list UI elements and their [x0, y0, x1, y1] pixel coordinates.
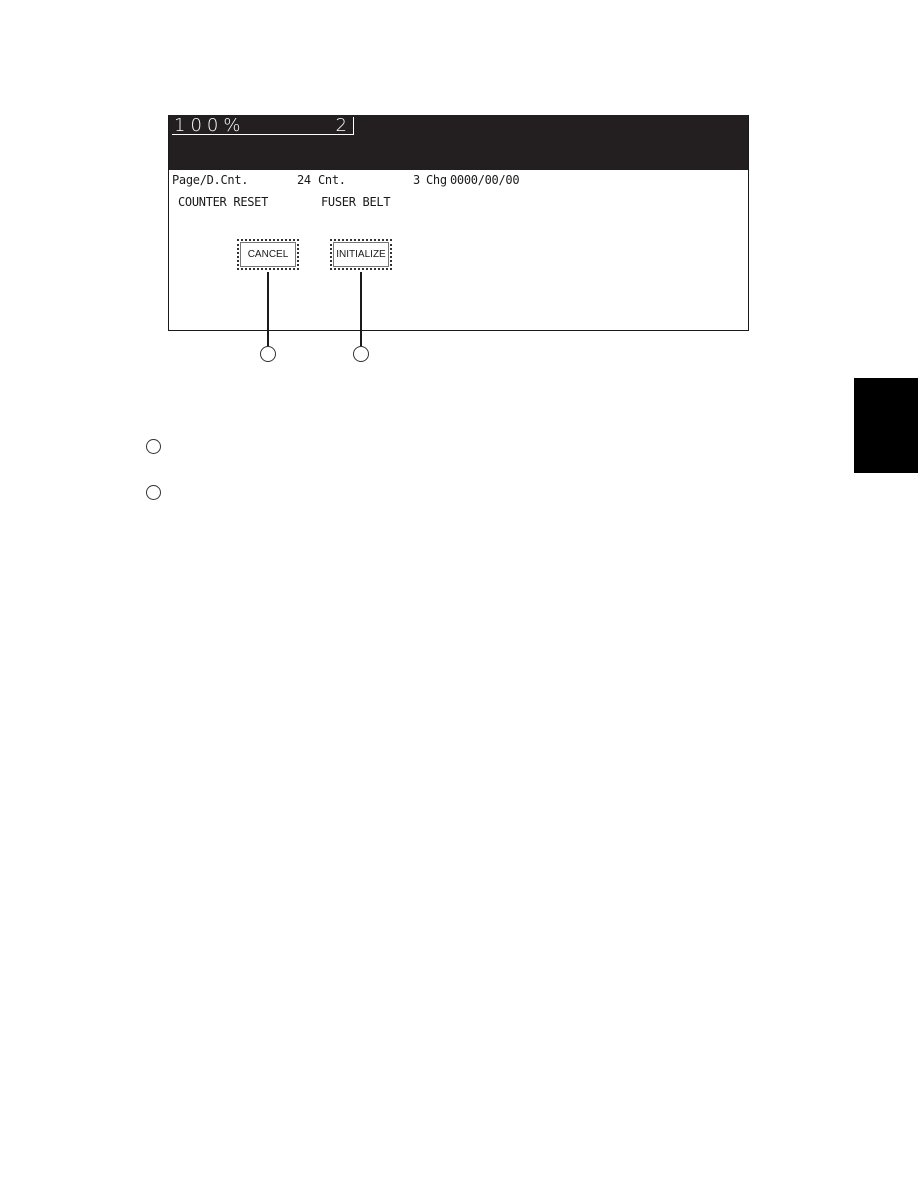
counter-info-row: Page/D.Cnt. 24 Cnt. 3 Chg 0000/00/00: [172, 173, 520, 285]
initialize-leader-line: [360, 272, 362, 346]
cancel-button[interactable]: CANCEL: [237, 239, 299, 270]
legend-circle-2: [146, 485, 161, 500]
callout-circle-1: [260, 346, 276, 362]
cancel-leader-line: [267, 272, 269, 346]
change-label: Chg: [426, 173, 447, 187]
item-name: FUSER BELT: [321, 195, 391, 209]
page-count-value: 24: [297, 173, 311, 187]
page-count-label: Page/D.Cnt.: [172, 173, 249, 187]
count-value: 3: [413, 173, 420, 187]
lcd-panel: 100% 2 Page/D.Cnt. 24 Cnt. 3 Chg 0000/00…: [168, 115, 749, 331]
status-bar: 100% 2: [169, 115, 748, 170]
initialize-button[interactable]: INITIALIZE: [330, 239, 392, 270]
count-label: Cnt.: [318, 173, 346, 187]
change-date: 0000/00/00: [450, 173, 520, 187]
copy-count: 2: [335, 115, 347, 136]
legend-circle-1: [146, 439, 161, 454]
zoom-ratio: 100%: [174, 115, 246, 136]
chapter-tab: [854, 378, 918, 473]
mode-title: COUNTER RESET: [178, 195, 269, 209]
zoom-copies-box: 100% 2: [172, 115, 354, 136]
callout-circle-2: [353, 346, 369, 362]
